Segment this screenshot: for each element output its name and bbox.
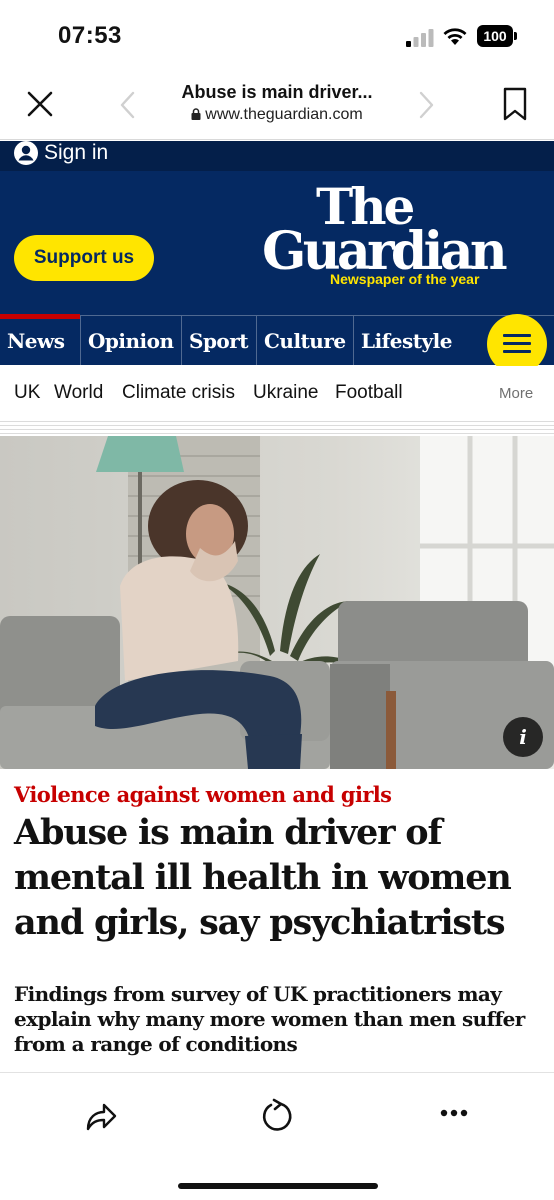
status-time: 07:53 xyxy=(58,22,122,49)
hero-image[interactable]: i xyxy=(0,436,554,769)
logo-tagline: Newspaper of the year xyxy=(330,271,480,287)
forward-chevron-icon[interactable] xyxy=(416,90,436,120)
menu-bar-bottom xyxy=(503,350,531,353)
masthead: Sign in Support us The Guardian Newspape… xyxy=(0,141,554,315)
subnav-more[interactable]: More xyxy=(499,385,533,402)
sign-in-link[interactable]: Sign in xyxy=(14,141,108,165)
menu-bar-top xyxy=(503,334,531,337)
subnav-item-uk[interactable]: UK xyxy=(14,382,40,404)
hero-illustration xyxy=(0,436,554,769)
share-icon[interactable] xyxy=(84,1099,118,1133)
sub-nav: UK World Climate crisis Ukraine Football… xyxy=(0,366,554,422)
subnav-item-world[interactable]: World xyxy=(54,382,103,404)
battery-level: 100 xyxy=(477,25,513,47)
lock-icon xyxy=(191,108,201,120)
battery-tip xyxy=(514,32,517,40)
user-icon xyxy=(14,141,38,165)
wifi-icon xyxy=(443,28,467,45)
pillar-lifestyle[interactable]: Lifestyle xyxy=(353,316,483,365)
menu-bar-middle xyxy=(503,342,531,345)
browser-bar: Abuse is main driver... www.theguardian.… xyxy=(0,70,554,140)
back-chevron-icon[interactable] xyxy=(118,90,138,120)
url-text: www.theguardian.com xyxy=(205,106,363,123)
battery-indicator: 100 xyxy=(477,25,517,47)
pillar-news[interactable]: News xyxy=(0,316,80,365)
home-indicator[interactable] xyxy=(178,1183,378,1189)
bookmark-icon[interactable] xyxy=(502,86,528,122)
sign-in-label: Sign in xyxy=(44,141,109,164)
menu-icon[interactable] xyxy=(487,314,547,374)
close-icon[interactable] xyxy=(24,88,56,120)
section-rule-lines xyxy=(0,422,554,436)
article-headline: Abuse is main driver of mental ill healt… xyxy=(14,812,512,943)
page-title: Abuse is main driver... xyxy=(181,82,373,102)
more-icon[interactable] xyxy=(440,1109,468,1117)
reload-icon[interactable] xyxy=(260,1097,294,1133)
cell-signal-icon xyxy=(406,29,434,47)
page-url[interactable]: www.theguardian.com xyxy=(150,106,404,124)
subnav-item-climate-crisis[interactable]: Climate crisis xyxy=(122,382,235,404)
guardian-logo[interactable]: The Guardian Newspaper of the year xyxy=(262,177,542,289)
browser-toolbar xyxy=(0,1072,554,1200)
pillar-nav: News Opinion Sport Culture Lifestyle xyxy=(0,314,554,374)
info-icon[interactable]: i xyxy=(503,717,543,757)
pillar-opinion[interactable]: Opinion xyxy=(80,316,181,365)
support-us-button[interactable]: Support us xyxy=(14,235,154,281)
pillar-sport[interactable]: Sport xyxy=(181,316,256,365)
article-kicker[interactable]: Violence against women and girls xyxy=(14,782,392,807)
subnav-item-ukraine[interactable]: Ukraine xyxy=(253,382,318,404)
status-bar: 07:53 100 xyxy=(0,0,554,70)
pillar-culture[interactable]: Culture xyxy=(256,316,353,365)
subnav-item-football[interactable]: Football xyxy=(335,382,403,404)
article-standfirst: Findings from survey of UK practitioners… xyxy=(14,982,525,1056)
